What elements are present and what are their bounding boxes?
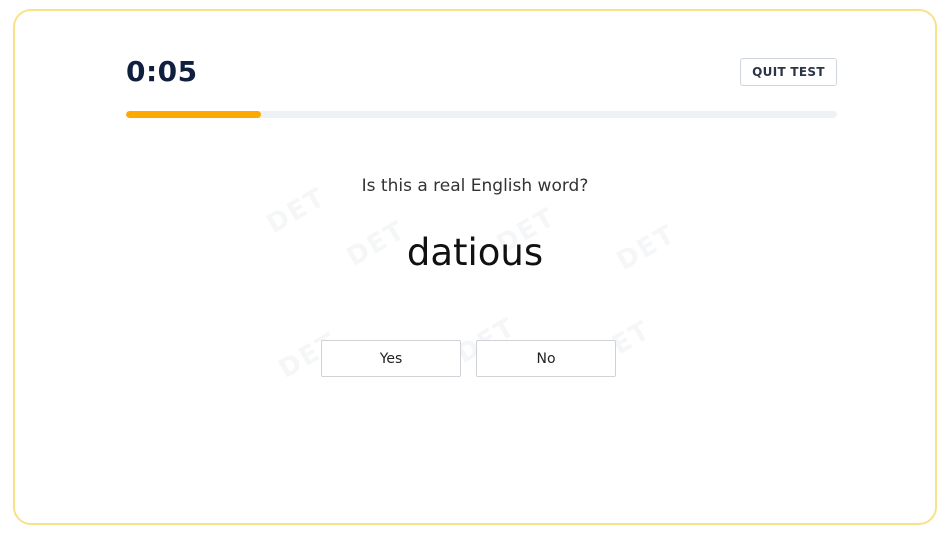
no-button[interactable]: No [476,340,616,377]
progress-bar [126,111,837,118]
test-card: DET DET DET DET DET DET DET 0:05 QUIT TE… [13,9,937,525]
progress-bar-fill [126,111,262,118]
yes-button[interactable]: Yes [321,340,461,377]
quit-test-button[interactable]: QUIT TEST [740,58,837,86]
question-prompt: Is this a real English word? [361,176,589,196]
test-word: datious [406,231,544,274]
countdown-timer: 0:05 [126,55,198,88]
